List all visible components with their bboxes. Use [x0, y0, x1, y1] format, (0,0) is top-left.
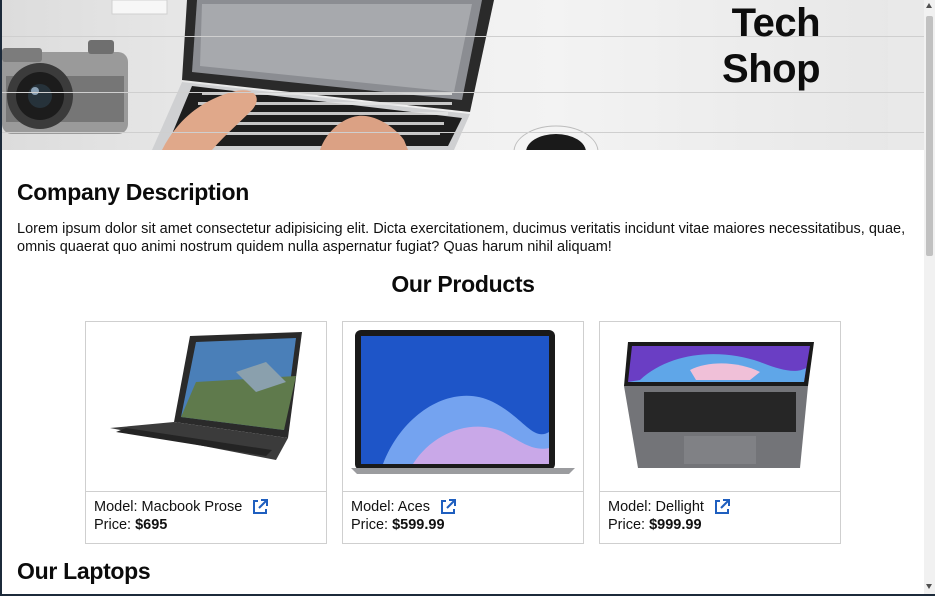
product-price: $999.99: [649, 517, 702, 533]
external-link-icon[interactable]: [440, 499, 456, 515]
product-model: Model: Dellight: [608, 499, 704, 515]
site-title-line-1: Tech: [731, 1, 821, 45]
price-label: Price:: [94, 517, 132, 533]
site-title: Tech Shop: [722, 0, 820, 92]
product-info: Model: Macbook Prose Price: $695: [94, 498, 269, 534]
hero-banner: Tech Shop: [2, 0, 924, 150]
product-card: Model: Dellight Price: $999.99: [599, 321, 841, 544]
product-image-hp-laptop: [86, 322, 326, 492]
main-content: Company Description Lorem ipsum dolor si…: [2, 151, 924, 594]
product-card: Model: Macbook Prose Price: $695: [85, 321, 327, 544]
scroll-down-arrow-icon[interactable]: [926, 584, 932, 589]
scroll-up-arrow-icon[interactable]: [926, 3, 932, 8]
product-price: $695: [135, 517, 168, 533]
product-model: Model: Macbook Prose: [94, 499, 243, 515]
product-image-macbook-air: [343, 322, 583, 492]
price-label: Price:: [351, 517, 389, 533]
product-info: Model: Dellight Price: $999.99: [608, 498, 730, 534]
product-price-row: Price: $695: [94, 516, 268, 534]
scrollbar-thumb[interactable]: [926, 16, 933, 256]
product-price-row: Price: $599.99: [351, 516, 456, 534]
price-label: Price:: [608, 517, 646, 533]
product-info: Model: Aces Price: $599.99: [351, 498, 456, 534]
company-description-heading: Company Description: [17, 179, 250, 205]
external-link-icon[interactable]: [252, 499, 269, 515]
product-price-row: Price: $999.99: [608, 516, 730, 534]
camera-icon: [2, 40, 128, 134]
coffee-cup-icon: [513, 125, 599, 150]
product-price: $599.99: [392, 517, 445, 533]
our-laptops-heading: Our Laptops: [17, 558, 151, 584]
product-model: Model: Aces: [351, 499, 430, 515]
product-image-macbook-pro: [600, 322, 840, 492]
vertical-scrollbar[interactable]: [924, 0, 935, 594]
external-link-icon[interactable]: [714, 499, 730, 515]
site-title-line-2: Shop: [722, 47, 820, 91]
laptop-photo: [152, 0, 494, 150]
company-description-text: Lorem ipsum dolor sit amet consectetur a…: [17, 221, 906, 255]
our-products-heading: Our Products: [391, 271, 535, 297]
product-card: Model: Aces Price: $599.99: [342, 321, 584, 544]
